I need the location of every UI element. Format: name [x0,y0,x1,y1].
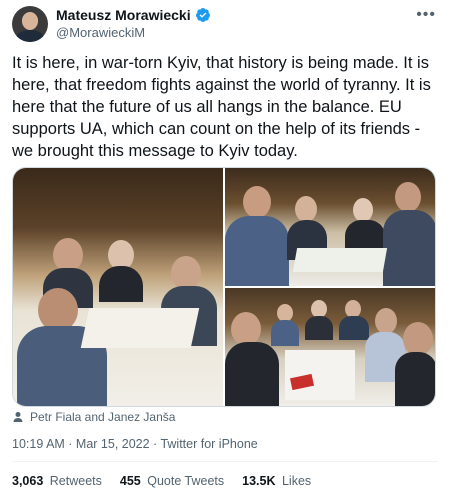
quote-tweets-stat[interactable]: 455 Quote Tweets [120,474,224,488]
photo-2[interactable] [225,168,435,286]
photo-1[interactable] [13,168,223,406]
engagement-stats: 3,063 Retweets 455 Quote Tweets 13.5K Li… [12,474,311,488]
author-block: Mateusz Morawiecki @MorawieckiM [56,7,211,40]
more-options-icon[interactable]: ••• [416,6,436,24]
tweet-card: Mateusz Morawiecki @MorawieckiM ••• It i… [0,0,450,492]
tweet-text: It is here, in war-torn Kyiv, that histo… [12,54,431,160]
likes-stat[interactable]: 13.5K Likes [242,474,311,488]
author-handle[interactable]: @MorawieckiM [56,25,211,40]
quote-tweets-label: Quote Tweets [147,474,225,488]
tagged-people-label: Petr Fiala and Janez Janša [30,410,176,424]
quote-tweets-count: 455 [119,474,141,488]
divider [12,461,438,462]
author-name[interactable]: Mateusz Morawiecki [56,7,191,23]
retweets-count: 3,063 [12,474,44,488]
verified-badge-icon [195,8,210,22]
retweets-stat[interactable]: 3,063 Retweets [12,474,102,488]
person-icon [13,412,23,422]
likes-count: 13.5K [242,474,276,488]
photo-3[interactable] [225,288,435,406]
retweets-label: Retweets [49,474,102,488]
tagged-people[interactable]: Petr Fiala and Janez Janša [12,410,175,424]
likes-label: Likes [281,474,312,488]
avatar[interactable] [12,6,48,42]
media-grid [12,167,436,407]
tweet-timestamp[interactable]: 10:19 AM · Mar 15, 2022 · Twitter for iP… [12,437,258,451]
